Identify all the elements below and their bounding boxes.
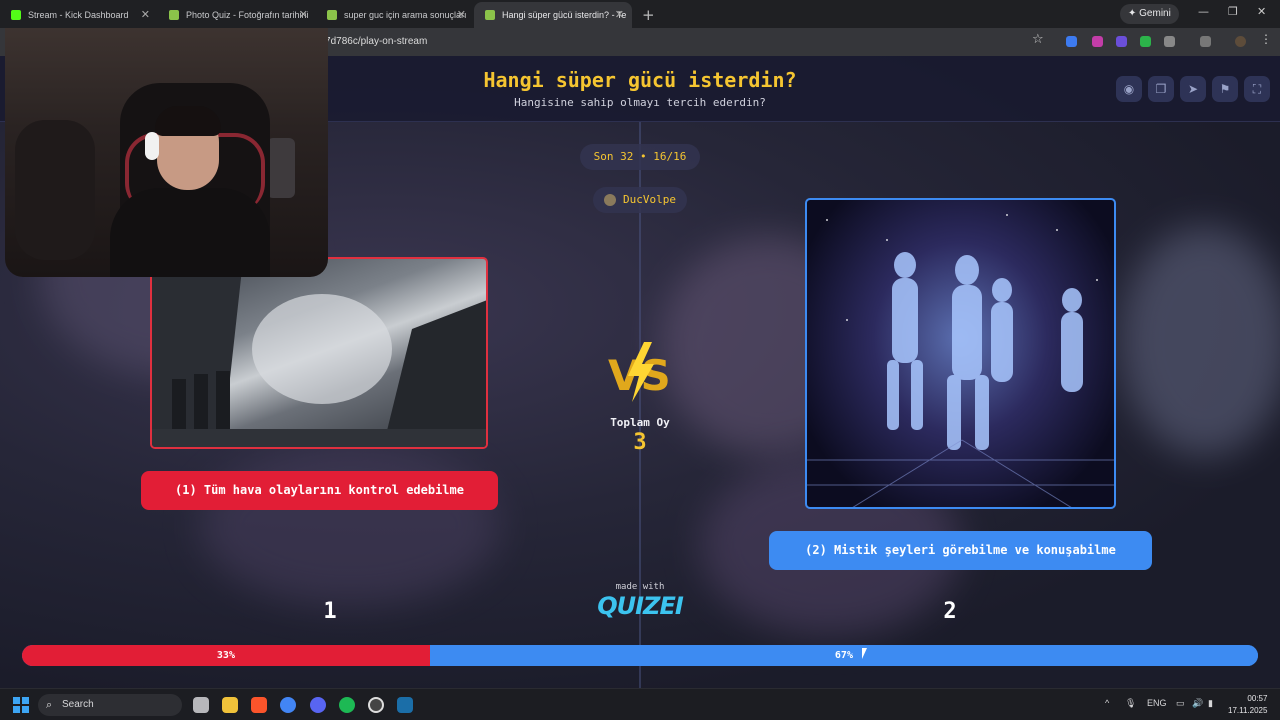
search-label: Search (62, 699, 94, 710)
close-icon[interactable]: ✕ (457, 2, 466, 28)
fullscreen-icon[interactable]: ⛶ (1244, 76, 1270, 102)
taskbar-search[interactable]: ⌕ Search (38, 694, 182, 716)
flag-icon[interactable]: ⚑ (1212, 76, 1238, 102)
brave-icon[interactable] (251, 697, 267, 713)
bookmark-star-icon[interactable]: ☆ (1032, 32, 1044, 47)
file-explorer-icon[interactable] (222, 697, 238, 713)
copy-icon[interactable]: ❐ (1148, 76, 1174, 102)
headset-icon (145, 132, 159, 160)
kick-icon (11, 10, 21, 20)
tab-photo-quiz[interactable]: Photo Quiz - Fotoğrafın tarihini ✕ (158, 2, 316, 28)
chrome-icon[interactable] (280, 697, 296, 713)
gemini-button[interactable]: ✦ Gemini (1120, 4, 1179, 24)
puzzle-icon[interactable] (1164, 36, 1175, 47)
vote-progress-bar: 33% 67% (22, 645, 1258, 666)
option-1-image[interactable] (150, 257, 488, 449)
mouse-cursor (862, 648, 867, 659)
url-field[interactable]: ...ba07d786c/play-on-stream (300, 32, 1060, 52)
quiz-icon (327, 10, 337, 20)
taskbar: ⌕ Search ^ 🎙 ENG ▭ 🔊 ▮ 00:57 17.11.2025 (0, 688, 1280, 720)
close-icon[interactable]: ✕ (615, 2, 624, 28)
extension-icon[interactable] (1066, 36, 1077, 47)
tab-label: Stream - Kick Dashboard (28, 10, 129, 20)
tab-search-results[interactable]: super guc için arama sonuçları ✕ (316, 2, 474, 28)
background-person (15, 120, 95, 260)
system-clock[interactable]: 00:57 17.11.2025 (1228, 693, 1267, 717)
option-1-number: 1 (323, 599, 337, 624)
extension-icon[interactable] (1116, 36, 1127, 47)
volume-icon[interactable]: 🔊 (1192, 698, 1203, 709)
webcam-overlay (5, 28, 328, 277)
network-icon[interactable]: ▭ (1176, 698, 1185, 709)
option-2-number: 2 (943, 599, 957, 624)
send-icon[interactable]: ➤ (1180, 76, 1206, 102)
steam-icon[interactable] (397, 697, 413, 713)
windows-start-icon[interactable] (13, 697, 29, 713)
battery-icon[interactable]: ▮ (1208, 698, 1213, 709)
avatar (604, 194, 616, 206)
quiz-icon (485, 10, 495, 20)
quiz-icon (169, 10, 179, 20)
minimize-icon[interactable]: — (1198, 5, 1209, 18)
obs-icon[interactable] (368, 697, 384, 713)
total-votes-label: Toplam Oy (610, 416, 670, 429)
search-icon: ⌕ (46, 699, 53, 711)
vs-icon: VS (608, 342, 671, 402)
discord-icon[interactable] (310, 697, 326, 713)
microphone-icon[interactable]: 🎙 (1125, 698, 1136, 709)
eye-icon[interactable]: ◉ (1116, 76, 1142, 102)
restore-icon[interactable]: ❐ (1228, 5, 1238, 18)
total-votes-value: 3 (633, 430, 647, 455)
made-with-label: made with (615, 582, 665, 592)
option-2-button[interactable]: (2) Mistik şeyleri görebilme ve konuşabi… (769, 531, 1152, 570)
sidepanel-icon[interactable] (1200, 36, 1211, 47)
task-view-icon[interactable] (193, 697, 209, 713)
tab-label: super guc için arama sonuçları (344, 10, 467, 20)
new-tab-button[interactable]: + (632, 2, 665, 28)
option-2-progress: 67% (429, 645, 1258, 666)
tab-label: Photo Quiz - Fotoğrafın tarihini (186, 10, 309, 20)
language-indicator[interactable]: ENG (1147, 698, 1167, 708)
extension-icon[interactable] (1092, 36, 1103, 47)
username: DucVolpe (623, 193, 676, 206)
astral-figures-image (807, 214, 1114, 507)
tab-strip: Stream - Kick Dashboard ✕ Photo Quiz - F… (0, 0, 1280, 28)
extension-icon[interactable] (1140, 36, 1151, 47)
clock-date: 17.11.2025 (1228, 706, 1268, 715)
menu-icon[interactable]: ⋮ (1260, 32, 1272, 46)
profile-avatar[interactable] (1235, 36, 1246, 47)
spotify-icon[interactable] (339, 697, 355, 713)
tab-superpower-quiz[interactable]: Hangi süper gücü isterdin? - Te ✕ (474, 2, 632, 28)
close-icon[interactable]: ✕ (299, 2, 308, 28)
option-1-progress: 33% (22, 645, 430, 666)
tab-label: Hangi süper gücü isterdin? - Te (502, 10, 627, 20)
tab-kick-dashboard[interactable]: Stream - Kick Dashboard ✕ (0, 2, 158, 28)
user-badge: DucVolpe (593, 187, 687, 213)
option-2-image[interactable] (805, 198, 1116, 509)
option-1-button[interactable]: (1) Tüm hava olaylarını kontrol edebilme (141, 471, 498, 510)
chevron-up-icon[interactable]: ^ (1105, 698, 1109, 708)
window-close-icon[interactable]: ✕ (1257, 5, 1266, 18)
close-icon[interactable]: ✕ (141, 2, 150, 28)
streamer-hair (155, 106, 221, 136)
streamer-body (110, 188, 270, 277)
storm-image (152, 259, 486, 447)
quizei-logo[interactable]: QUIZEI (560, 592, 720, 620)
background-object (267, 138, 295, 198)
round-badge: Son 32 • 16/16 (580, 144, 700, 170)
clock-time: 00:57 (1247, 694, 1268, 703)
